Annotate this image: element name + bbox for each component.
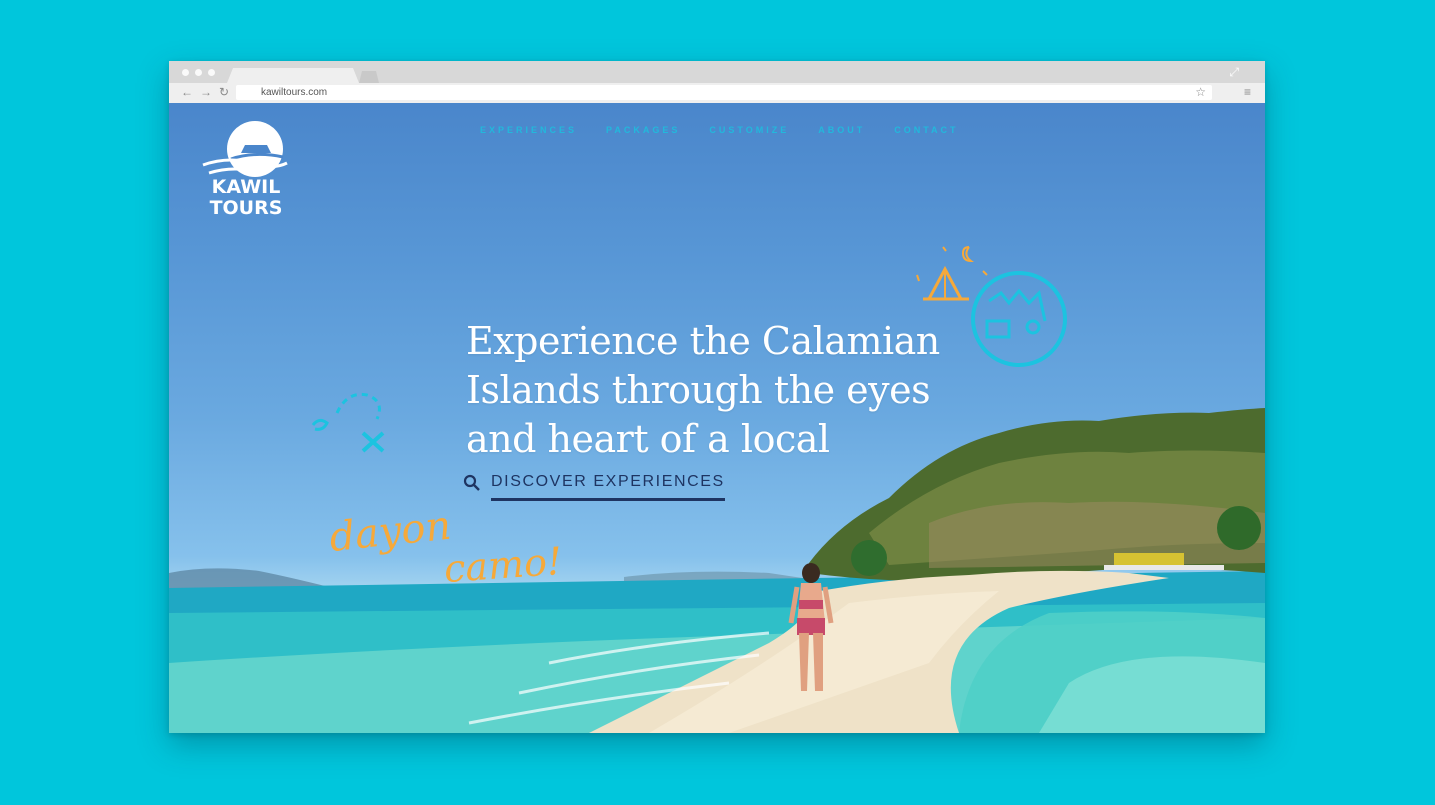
expand-icon[interactable]: ⤢ (1229, 65, 1239, 80)
hero-section: KAWIL TOURS EXPERIENCES PACKAGES CUSTOMI… (169, 103, 1265, 733)
main-nav: EXPERIENCES PACKAGES CUSTOMIZE ABOUT CON… (480, 125, 959, 135)
kawil-tours-logo[interactable]: KAWIL TOURS (201, 119, 291, 229)
tab-bar: ⤢ (169, 61, 1265, 83)
browser-tab[interactable] (227, 68, 359, 83)
address-bar[interactable]: kawiltours.com ☆ (236, 85, 1212, 100)
new-tab-button[interactable] (359, 71, 379, 83)
headline-line-3: and heart of a local (466, 417, 830, 461)
nav-packages[interactable]: PACKAGES (606, 125, 680, 135)
menu-icon[interactable]: ≡ (1244, 85, 1251, 99)
headline-line-1: Experience the Calamian (466, 319, 940, 363)
nav-contact[interactable]: CONTACT (894, 125, 958, 135)
map-route-doodle-icon (311, 392, 385, 453)
logo-emblem-icon (202, 121, 288, 177)
logo-text-kawil: KAWIL (211, 176, 281, 198)
nav-experiences[interactable]: EXPERIENCES (480, 125, 577, 135)
window-controls[interactable] (182, 69, 215, 76)
search-icon (463, 474, 480, 491)
forward-icon[interactable]: → (200, 85, 212, 99)
nav-customize[interactable]: CUSTOMIZE (709, 125, 789, 135)
browser-toolbar: ← → ↻ kawiltours.com ☆ ≡ (169, 83, 1265, 104)
reload-icon[interactable]: ↻ (219, 85, 229, 99)
star-icon[interactable]: ☆ (1195, 85, 1206, 100)
headline-line-2: Islands through the eyes (466, 368, 931, 412)
url-text: kawiltours.com (261, 87, 328, 98)
browser-window: ⤢ ← → ↻ kawiltours.com ☆ ≡ KAWIL TOURS E… (169, 61, 1265, 733)
script-line-2: camo! (442, 538, 564, 592)
back-icon[interactable]: ← (181, 85, 193, 99)
dayon-camo-script: dayon camo! (327, 503, 563, 591)
hero-headline: Experience the Calamian Islands through … (466, 317, 986, 464)
nav-about[interactable]: ABOUT (818, 125, 865, 135)
logo-text-tours: TOURS (209, 197, 283, 219)
